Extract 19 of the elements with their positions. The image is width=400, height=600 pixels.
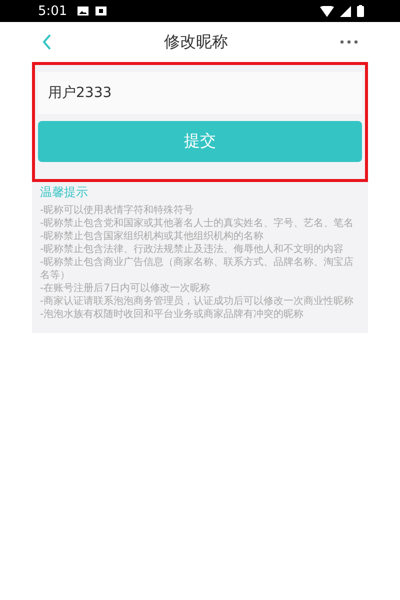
tip-text: -昵称禁止包含党和国家或其他著名人士的真实姓名、字号、艺名、笔名: [40, 217, 355, 230]
tip-text: -泡泡水族有权随时收回和平台业务或商家品牌有冲突的昵称: [40, 308, 305, 321]
back-icon: [42, 34, 52, 50]
page-title: 修改昵称: [164, 32, 228, 52]
tip-text: -在账号注册后7日内可以修改一次昵称: [40, 282, 211, 295]
status-time: 5:01: [38, 4, 68, 18]
tip-text: -昵称可以使用表情字符和特殊符号: [40, 204, 195, 217]
signal-icon: [340, 6, 351, 16]
wifi-icon: [320, 6, 334, 16]
more-icon: [340, 40, 358, 44]
tip-text: -商家认证请联系泡泡商务管理员，认证成功后可以修改一次商业性昵称: [40, 295, 355, 308]
tips-title: 温馨提示: [40, 184, 89, 201]
tip-text: -昵称禁止包含法律、行政法规禁止及违法、侮辱他人和不文明的内容: [40, 243, 345, 256]
nickname-field[interactable]: 用户2333: [38, 72, 362, 114]
tip-text: -昵称禁止包含商业广告信息（商家名称、联系方式、品牌名称、淘宝店名等）: [40, 256, 355, 282]
notification-icon: [95, 6, 108, 16]
battery-icon: [357, 5, 364, 17]
tip-text: -昵称禁止包含国家组织机构或其他组织机构的名称: [40, 230, 265, 243]
image-icon: [77, 6, 90, 16]
